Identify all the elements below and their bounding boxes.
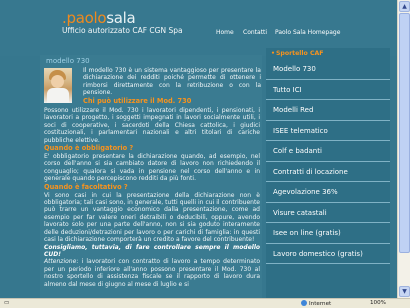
browser-viewport: .paolosala Ufficio autorizzato CAF CGN S… xyxy=(0,0,397,298)
sidebar-item-tutto-ici[interactable]: Tutto ICI xyxy=(266,80,390,100)
sidebar-item-lavoro-domestico[interactable]: Lavoro domestico (gratis) xyxy=(266,244,390,264)
brand-suffix: sala xyxy=(106,9,136,27)
paragraph-who-can-use: Possono utilizzare il Mod. 730 i lavorat… xyxy=(44,107,260,144)
nav-paolo-sala-homepage[interactable]: Paolo Sala Homepage xyxy=(275,29,340,36)
consultant-photo xyxy=(44,68,72,103)
attention-label: Attenzione xyxy=(44,258,77,266)
section-title: modello 730 xyxy=(46,57,90,65)
question-who-can-use: Chi può utilizzare il Mod. 730 xyxy=(83,97,192,105)
sidebar-item-modello-730[interactable]: Modello 730 xyxy=(266,59,390,80)
sidebar-item-agevolazione-36[interactable]: Agevolazione 36% xyxy=(266,182,390,203)
paragraph-when-mandatory: E' obbligatorio presentare la dichiarazi… xyxy=(44,153,260,183)
brand-prefix: .paolo xyxy=(62,9,107,27)
intro-block: Il modello 730 è un sistema vantaggioso … xyxy=(40,67,262,107)
scroll-up-icon[interactable]: ▲ xyxy=(399,1,410,12)
status-zone: Internet xyxy=(301,300,331,307)
nav-home[interactable]: Home xyxy=(216,29,234,36)
sidebar-heading: •Sportello CAF xyxy=(266,48,390,59)
zoom-level[interactable]: 100% xyxy=(370,300,386,306)
intro-text: Il modello 730 è un sistema vantaggioso … xyxy=(83,67,261,97)
sidebar-item-modelli-red[interactable]: Modelli Red xyxy=(266,100,390,121)
paragraph-when-optional: Vi sono casi in cui la presentazione del… xyxy=(44,191,260,244)
paragraph-attention: Attenzione: i lavoratori con contratto d… xyxy=(40,258,262,288)
status-bar: ▭ Internet 100% xyxy=(0,298,410,308)
emphasis-cud: Consigliamo, tuttavia, di fare controlla… xyxy=(44,243,260,258)
site-subtitle: Ufficio autorizzato CAF CGN Spa xyxy=(62,26,183,35)
sidebar-item-colf-badanti[interactable]: Colf e badanti xyxy=(266,141,390,162)
vertical-scrollbar[interactable]: ▲ ▼ xyxy=(397,0,410,298)
status-zone-label: Internet xyxy=(309,301,332,307)
scrollbar-thumb[interactable] xyxy=(399,13,410,253)
main-content: modello 730 Il modello 730 è un sistema … xyxy=(40,55,262,298)
sidebar-item-visure-catastali[interactable]: Visure catastali xyxy=(266,203,390,223)
sidebar-menu: •Sportello CAF Modello 730 Tutto ICI Mod… xyxy=(266,48,390,298)
sidebar-heading-label: Sportello CAF xyxy=(275,50,324,57)
sidebar-item-isee-telematico[interactable]: ISEE telematico xyxy=(266,121,390,141)
nav-contatti[interactable]: Contatti xyxy=(243,29,267,36)
sidebar-item-contratti-locazione[interactable]: Contratti di locazione xyxy=(266,162,390,182)
question-when-optional: Quando è facoltativo ? xyxy=(44,182,128,191)
status-page-icon: ▭ xyxy=(4,300,10,306)
bullet-icon: • xyxy=(271,50,275,57)
question-when-mandatory: Quando è obbligatorio ? xyxy=(44,144,134,153)
scroll-down-icon[interactable]: ▼ xyxy=(399,286,410,297)
globe-icon xyxy=(301,300,307,306)
site-logo[interactable]: .paolosala xyxy=(62,9,136,27)
attention-text: : i lavoratori con contratto di lavoro a… xyxy=(44,258,260,288)
sidebar-item-isee-online[interactable]: Isee on line (gratis) xyxy=(266,223,390,244)
